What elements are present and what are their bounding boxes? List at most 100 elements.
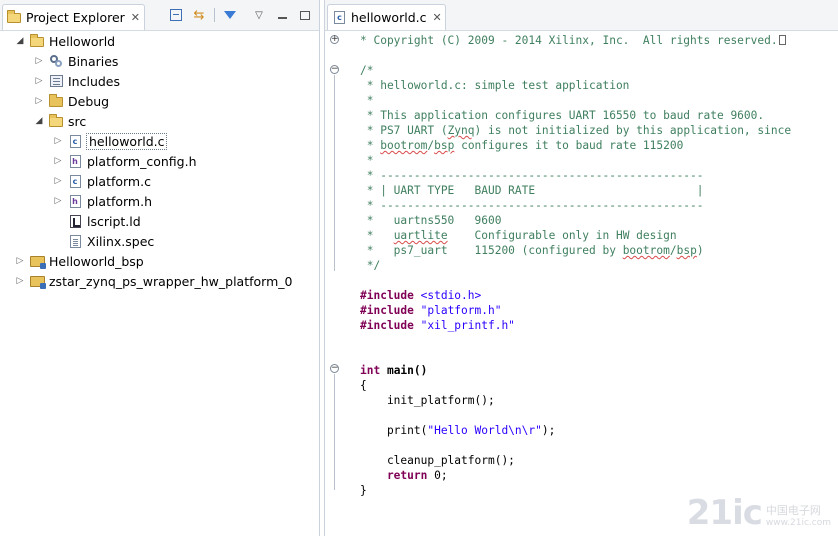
h-file-icon: h	[67, 154, 83, 168]
watermark-text: 21ic	[686, 493, 763, 533]
code-line: /*	[360, 64, 374, 77]
folder-icon	[48, 94, 64, 108]
spelling-error-text: bsp	[676, 244, 697, 257]
tree-item-platform-h[interactable]: ▷ h platform.h	[52, 191, 152, 211]
code-text-area[interactable]: * Copyright (C) 2009 - 2014 Xilinx, Inc.…	[341, 31, 838, 536]
collapse-all-icon[interactable]	[168, 8, 184, 22]
project-explorer-tab-label: Project Explorer	[26, 10, 125, 25]
close-icon[interactable]: ✕	[432, 11, 441, 24]
code-line: #include <stdio.h>	[360, 288, 481, 303]
code-text: 0;	[427, 469, 448, 482]
code-text: * Copyright (C) 2009 - 2014 Xilinx, Inc.…	[360, 34, 778, 47]
code-text: );	[541, 424, 556, 437]
tree-item-helloworld-c[interactable]: ▷ c helloworld.c	[52, 131, 168, 151]
code-line: return 0;	[360, 468, 448, 483]
include-path: <stdio.h>	[413, 289, 482, 302]
project-folder-icon	[29, 34, 45, 48]
code-text: configures it to baud rate 115200	[454, 139, 684, 152]
collapsed-arrow-icon[interactable]: ▷	[14, 275, 26, 287]
fold-collapse-icon[interactable]: −	[330, 65, 339, 74]
collapsed-arrow-icon[interactable]: ▷	[52, 135, 64, 147]
tree-item-hw-platform[interactable]: ▷ zstar_zynq_ps_wrapper_hw_platform_0	[14, 271, 292, 291]
code-line: int main()	[360, 363, 427, 378]
collapsed-arrow-icon[interactable]: ▷	[33, 75, 45, 87]
code-line: #include "xil_printf.h"	[360, 318, 515, 333]
preprocessor-keyword: #include	[360, 319, 414, 332]
project-explorer-view: Project Explorer ✕ ⇆ ▽ ◢ Helloworld ▷ Bi…	[0, 0, 320, 536]
expanded-arrow-icon[interactable]: ◢	[33, 115, 45, 127]
code-line: * helloworld.c: simple test application	[360, 79, 630, 92]
includes-icon	[48, 74, 64, 88]
tree-item-helloworld-bsp[interactable]: ▷ Helloworld_bsp	[14, 251, 144, 271]
spec-file-icon	[67, 234, 83, 248]
tree-item-label: lscript.ld	[87, 213, 141, 229]
tree-item-label: Includes	[68, 73, 121, 89]
project-folder-icon	[29, 274, 46, 289]
tree-item-includes[interactable]: ▷ Includes	[33, 71, 120, 91]
fold-range-line	[334, 374, 335, 490]
code-line: * --------------------------------------…	[360, 169, 704, 182]
code-text: * ps7_uart 115200 (configured by	[360, 244, 623, 257]
watermark-logo: 21ic 中国电子网 www.21ic.com	[687, 496, 831, 530]
expanded-arrow-icon[interactable]: ◢	[14, 35, 26, 47]
explorer-header: Project Explorer ✕ ⇆ ▽	[0, 0, 319, 31]
tree-item-label: Debug	[68, 93, 110, 109]
tree-item-label: Helloworld	[49, 33, 116, 49]
minimize-icon[interactable]	[274, 8, 290, 22]
tree-item-label: platform_config.h	[87, 153, 197, 169]
project-explorer-tab[interactable]: Project Explorer ✕	[2, 4, 145, 30]
spelling-error-text: bsp	[434, 139, 455, 152]
view-menu-icon[interactable]: ▽	[251, 8, 267, 22]
tree-item-platform-config-h[interactable]: ▷ h platform_config.h	[52, 151, 197, 171]
function-name: main()	[380, 364, 428, 377]
string-literal: "Hello World\n\r"	[427, 424, 542, 437]
c-file-icon: c	[67, 174, 83, 188]
code-editor: c helloworld.c ✕ + − − * Copyright (C) 2…	[324, 0, 838, 536]
filter-icon[interactable]	[222, 8, 238, 22]
folded-content-marker[interactable]	[778, 35, 786, 45]
collapsed-arrow-icon[interactable]: ▷	[14, 255, 26, 267]
link-with-editor-icon[interactable]: ⇆	[191, 8, 207, 23]
project-explorer-icon	[7, 9, 21, 24]
h-file-icon: h	[67, 194, 83, 208]
close-icon[interactable]: ✕	[131, 11, 140, 24]
preprocessor-keyword: #include	[360, 304, 414, 317]
code-line: * --------------------------------------…	[360, 199, 704, 212]
tree-item-label: src	[68, 113, 87, 129]
tree-item-platform-c[interactable]: ▷ c platform.c	[52, 171, 151, 191]
collapsed-arrow-icon[interactable]: ▷	[33, 95, 45, 107]
fold-expand-icon[interactable]: +	[330, 35, 339, 44]
preprocessor-keyword: #include	[360, 289, 414, 302]
code-line: * uartns550 9600	[360, 214, 502, 227]
code-text: * PS7 UART (	[360, 124, 448, 137]
collapsed-arrow-icon[interactable]: ▷	[52, 195, 64, 207]
fold-range-line	[334, 75, 335, 271]
spelling-error-text: Zynq	[447, 124, 475, 137]
tree-item-label: platform.h	[87, 193, 153, 209]
code-text: Configurable only in HW design	[447, 229, 677, 242]
collapsed-arrow-icon[interactable]: ▷	[52, 155, 64, 167]
maximize-icon[interactable]	[297, 8, 313, 22]
tree-item-src[interactable]: ◢ src	[33, 111, 87, 131]
code-text: *	[360, 139, 381, 152]
tree-item-xilinx-spec[interactable]: Xilinx.spec	[67, 231, 154, 251]
collapsed-arrow-icon[interactable]: ▷	[33, 55, 45, 67]
code-text: *	[360, 229, 394, 242]
collapsed-arrow-icon[interactable]: ▷	[52, 175, 64, 187]
type-keyword: int	[360, 364, 381, 377]
fold-collapse-icon[interactable]: −	[330, 364, 339, 373]
watermark-subtext: 中国电子网 www.21ic.com	[766, 504, 831, 530]
tree-item-label: Helloworld_bsp	[49, 253, 144, 269]
tree-item-lscript-ld[interactable]: lscript.ld	[67, 211, 141, 231]
tree-item-helloworld[interactable]: ◢ Helloworld	[14, 31, 116, 51]
code-line: #include "platform.h"	[360, 303, 501, 318]
editor-tab-helloworld-c[interactable]: c helloworld.c ✕	[327, 4, 446, 30]
project-folder-icon	[29, 254, 46, 269]
tree-item-debug[interactable]: ▷ Debug	[33, 91, 110, 111]
tree-item-label: zstar_zynq_ps_wrapper_hw_platform_0	[49, 273, 293, 289]
watermark-url: www.21ic.com	[765, 518, 831, 528]
code-line: *	[360, 154, 374, 167]
tree-item-binaries[interactable]: ▷ Binaries	[33, 51, 119, 71]
code-line: * | UART TYPE BAUD RATE |	[360, 184, 704, 197]
code-line: print("Hello World\n\r");	[360, 423, 555, 438]
